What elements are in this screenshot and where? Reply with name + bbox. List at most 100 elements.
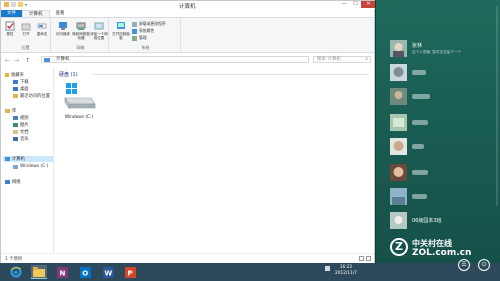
nav-recent-label: 最近访问的位置: [20, 94, 51, 99]
item-count: 1 个项目: [5, 257, 22, 262]
properties-icon[interactable]: [11, 2, 16, 7]
nav-videos-label: 视频: [20, 116, 29, 121]
internet-explorer-icon: e: [10, 266, 22, 278]
contact-item[interactable]: [390, 64, 426, 81]
ribbon-group-label: 网络: [76, 45, 85, 50]
avatar: [390, 40, 407, 57]
drive-c-item[interactable]: Windows (C:): [59, 81, 99, 120]
nav-libraries-label: 库: [12, 109, 17, 114]
scrollbar[interactable]: [496, 6, 498, 206]
nav-favorites[interactable]: 收藏夹: [5, 72, 24, 78]
details-view-icon[interactable]: [359, 256, 364, 261]
watermark-en: ZOL.com.cn: [412, 248, 472, 258]
search-input[interactable]: 搜索 计算机 ⌕: [313, 56, 371, 63]
clock[interactable]: 16:22 2012/11/7: [335, 265, 357, 277]
ribbon-group-location: 属性 打开 重命名 位置: [1, 18, 51, 52]
tab-view[interactable]: 查看: [50, 10, 71, 17]
minimize-button[interactable]: —: [339, 1, 350, 8]
up-button[interactable]: ↑: [25, 57, 30, 64]
system-properties-button[interactable]: 系统属性: [132, 28, 154, 34]
nav-downloads[interactable]: 下载: [13, 79, 29, 85]
contact-item[interactable]: [390, 188, 427, 205]
outlook-icon: O: [79, 266, 91, 278]
title-bar[interactable]: ▾ 计算机 — ☐ ✕: [1, 1, 376, 10]
internet-explorer-button[interactable]: e: [8, 265, 24, 279]
close-button[interactable]: ✕: [361, 1, 376, 8]
uninstall-program-button[interactable]: 卸载或更改程序: [132, 21, 166, 27]
contact-name: 张林: [412, 43, 423, 49]
back-button[interactable]: ←: [5, 57, 10, 64]
forward-button[interactable]: →: [14, 57, 19, 64]
address-bar[interactable]: 计算机: [41, 56, 309, 63]
rename-icon: [37, 23, 47, 29]
search-icon: ⌕: [365, 56, 368, 62]
people-panel: 张林 这个人很懒, 暂时还没留下一个 06级园本3班 Z 中关村在线 ZOL.c…: [376, 0, 500, 263]
control-panel-label: 打开控制面板: [112, 32, 130, 40]
network-icon[interactable]: [325, 266, 330, 271]
tab-file[interactable]: 文件: [1, 10, 22, 17]
nav-libraries[interactable]: 库: [5, 108, 16, 114]
nav-network[interactable]: 网络: [5, 179, 21, 185]
network-drive-icon: [76, 22, 86, 30]
map-drive-button[interactable]: 映射网络驱动器: [72, 21, 90, 40]
open-folder-icon: [21, 23, 31, 31]
nav-desktop[interactable]: 桌面: [13, 86, 29, 92]
contact-item[interactable]: 张林 这个人很懒, 暂时还没留下一个: [390, 40, 461, 57]
file-explorer-button[interactable]: [31, 265, 47, 279]
nav-documents[interactable]: 文档: [13, 129, 29, 135]
avatar: [390, 64, 407, 81]
nav-music[interactable]: 音乐: [13, 136, 29, 142]
control-panel-button[interactable]: 打开控制面板: [112, 21, 130, 40]
group-header-hard-drives[interactable]: 硬盘 (1): [59, 71, 78, 78]
ribbon-tabs: 文件 计算机 查看: [1, 10, 71, 17]
contact-item[interactable]: [390, 114, 428, 131]
contact-item[interactable]: 06级园本3班: [390, 212, 442, 229]
svg-text:W: W: [104, 269, 112, 277]
onenote-button[interactable]: N: [54, 265, 70, 279]
access-media-button[interactable]: 访问媒体: [54, 21, 72, 36]
chevron-down-icon[interactable]: ▾: [25, 2, 30, 7]
picture-icon: [13, 123, 18, 127]
nav-network-label: 网络: [12, 180, 21, 185]
properties-button[interactable]: 属性: [2, 21, 18, 36]
new-folder-icon[interactable]: [18, 2, 23, 7]
nav-pictures[interactable]: 图片: [13, 122, 29, 128]
rename-button[interactable]: 重命名: [34, 21, 50, 36]
navigation-pane: 收藏夹 下载 桌面 最近访问的位置 库 视频 图片 文档 音乐 计算机 Wind…: [1, 67, 54, 253]
avatar: [390, 188, 407, 205]
svg-text:e: e: [14, 269, 19, 277]
add-network-location-button[interactable]: 添加一个网络位置: [90, 21, 108, 40]
drive-c-label: Windows (C:): [64, 115, 94, 120]
manage-icon: [132, 35, 137, 41]
nav-videos[interactable]: 视频: [13, 115, 29, 121]
contact-name-redacted: [412, 144, 424, 149]
word-button[interactable]: W: [100, 265, 116, 279]
large-icons-view-icon[interactable]: [366, 256, 371, 261]
svg-text:P: P: [127, 269, 132, 277]
tab-computer[interactable]: 计算机: [22, 10, 50, 17]
open-button[interactable]: 打开: [18, 21, 34, 36]
system-properties-icon: [132, 28, 137, 34]
maximize-button[interactable]: ☐: [350, 1, 361, 8]
contact-item[interactable]: [390, 138, 424, 155]
download-icon: [13, 80, 18, 84]
ribbon-group-label: 位置: [21, 45, 30, 50]
settings-circle-button[interactable]: ☰: [458, 259, 470, 271]
word-icon: W: [102, 266, 114, 278]
onenote-icon: N: [56, 266, 68, 278]
music-icon: [13, 137, 18, 141]
ribbon-group-network: 访问媒体 映射网络驱动器 添加一个网络位置 网络: [53, 18, 109, 52]
powerpoint-button[interactable]: P: [122, 265, 138, 279]
outlook-button[interactable]: O: [77, 265, 93, 279]
video-icon: [13, 116, 18, 120]
nav-computer[interactable]: 计算机: [3, 156, 53, 162]
power-circle-button[interactable]: ⏻: [478, 259, 490, 271]
star-icon: [5, 73, 9, 77]
contact-item[interactable]: [390, 164, 428, 181]
contact-item[interactable]: [390, 88, 430, 105]
add-network-location-label: 添加一个网络位置: [90, 32, 108, 40]
check-properties-icon: [5, 21, 15, 31]
manage-button[interactable]: 管理: [132, 35, 147, 41]
nav-drive-c[interactable]: Windows (C:): [13, 164, 48, 169]
nav-recent[interactable]: 最近访问的位置: [13, 93, 50, 99]
